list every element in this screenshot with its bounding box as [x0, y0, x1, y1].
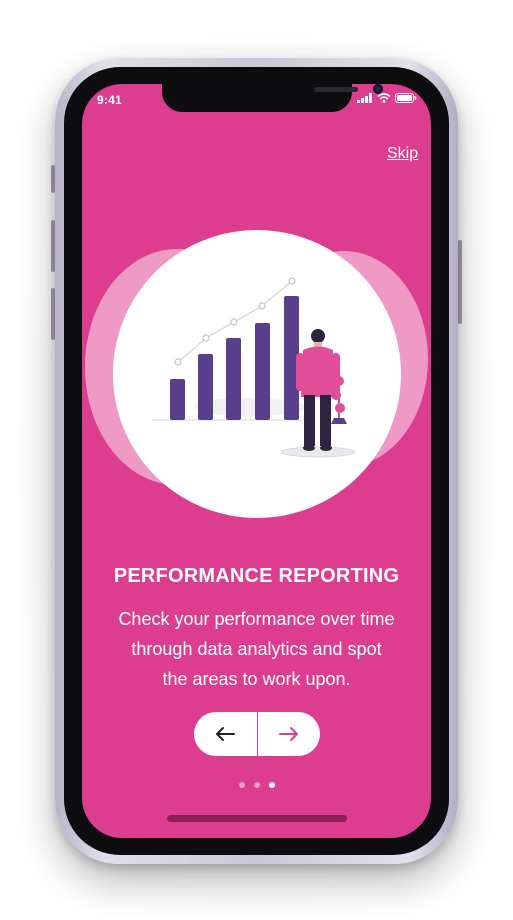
page-description: Check your performance over time through… [102, 604, 411, 694]
speaker-grille [314, 87, 358, 92]
status-icons [357, 93, 417, 103]
description-line-3: the areas to work upon. [162, 669, 351, 689]
bar-2 [198, 354, 213, 420]
canvas: 9:41 Skip PERFORMANCE REPORTING Check yo… [0, 0, 513, 920]
bar-3 [226, 338, 241, 420]
page-dot-2[interactable] [253, 782, 260, 788]
description-line-1: Check your performance over time [118, 609, 395, 629]
bar-4 [255, 323, 270, 420]
performance-illustration [85, 230, 428, 518]
home-indicator[interactable] [167, 815, 347, 822]
page-dot-3-active[interactable] [268, 782, 275, 788]
status-time: 9:41 [97, 93, 122, 107]
description-line-2: through data analytics and spot [131, 639, 382, 659]
cellular-signal-icon [357, 93, 372, 103]
page-title: PERFORMANCE REPORTING [113, 565, 400, 587]
pager-navigation [194, 712, 320, 756]
wifi-icon [377, 93, 391, 103]
bar-1 [170, 379, 185, 420]
power-button [458, 240, 462, 324]
page-dot-1[interactable] [238, 782, 245, 788]
skip-link[interactable]: Skip [387, 145, 418, 163]
arrow-left-icon [216, 727, 236, 741]
person-floor-ellipse [280, 446, 356, 458]
notch [162, 84, 383, 112]
previous-button[interactable] [194, 712, 257, 756]
app-screen: 9:41 Skip PERFORMANCE REPORTING Check yo… [82, 84, 431, 838]
page-indicator [82, 782, 431, 788]
next-button[interactable] [258, 712, 321, 756]
arrow-right-icon [278, 727, 298, 741]
battery-icon [395, 93, 417, 103]
